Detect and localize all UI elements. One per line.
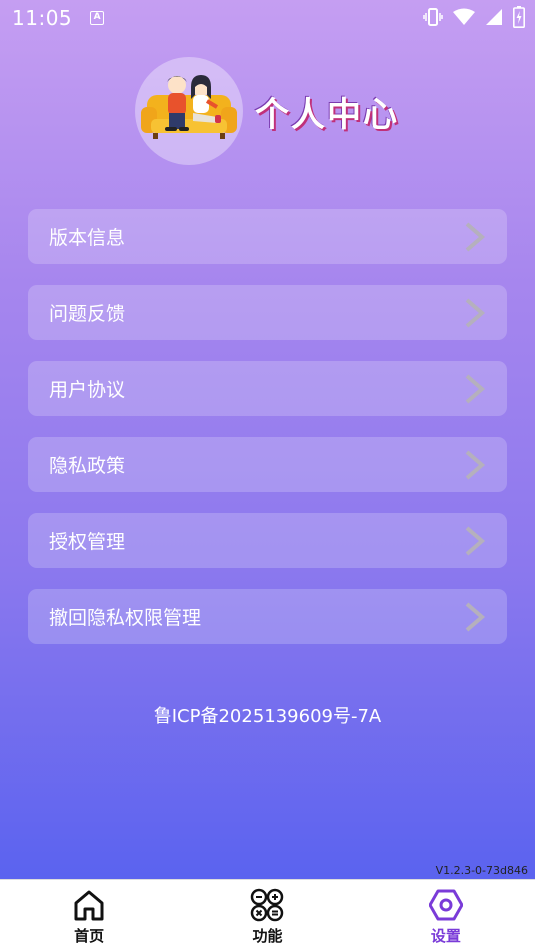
avatar bbox=[135, 57, 243, 165]
tab-label: 功能 bbox=[252, 927, 283, 945]
chevron-right-icon bbox=[465, 601, 486, 632]
menu-item-label: 问题反馈 bbox=[49, 303, 126, 325]
tab-label: 设置 bbox=[430, 927, 461, 945]
status-bar: 11:05 A bbox=[0, 0, 535, 36]
hexagon-settings-icon bbox=[428, 889, 463, 921]
menu-item-authorization[interactable]: 授权管理 bbox=[28, 513, 507, 568]
status-time: 11:05 bbox=[12, 6, 73, 30]
notification-a-icon: A bbox=[90, 11, 105, 25]
tab-label: 首页 bbox=[74, 927, 105, 945]
bottom-tabbar: 首页 功能 设置 bbox=[0, 879, 535, 951]
tab-functions[interactable]: 功能 bbox=[178, 880, 356, 951]
chevron-right-icon bbox=[465, 449, 486, 480]
chevron-right-icon bbox=[465, 221, 486, 252]
signal-icon bbox=[486, 9, 502, 25]
chevron-right-icon bbox=[465, 373, 486, 404]
couple-on-sofa-illustration bbox=[141, 75, 237, 139]
settings-menu: 版本信息 问题反馈 用户协议 隐私政策 授权管理 撤回隐私权限管理 bbox=[28, 209, 507, 665]
tab-settings[interactable]: 设置 bbox=[357, 880, 535, 951]
menu-item-privacy-policy[interactable]: 隐私政策 bbox=[28, 437, 507, 492]
menu-item-label: 用户协议 bbox=[49, 379, 126, 401]
menu-item-feedback[interactable]: 问题反馈 bbox=[28, 285, 507, 340]
menu-item-revoke-privacy[interactable]: 撤回隐私权限管理 bbox=[28, 589, 507, 644]
page-title: 个人中心 bbox=[255, 94, 399, 135]
chevron-right-icon bbox=[465, 297, 486, 328]
profile-header: 个人中心 bbox=[135, 57, 399, 165]
icp-license[interactable]: 鲁ICP备2025139609号-7A bbox=[0, 702, 535, 728]
menu-item-label: 隐私政策 bbox=[49, 455, 126, 477]
chevron-right-icon bbox=[465, 525, 486, 556]
vibrate-icon bbox=[423, 8, 443, 26]
menu-item-user-agreement[interactable]: 用户协议 bbox=[28, 361, 507, 416]
version-text: V1.2.3-0-73d846 bbox=[435, 864, 528, 877]
home-icon bbox=[74, 890, 104, 921]
tab-home[interactable]: 首页 bbox=[0, 880, 178, 951]
menu-item-label: 授权管理 bbox=[49, 531, 126, 553]
wifi-icon bbox=[453, 8, 475, 25]
menu-item-label: 版本信息 bbox=[49, 227, 126, 249]
menu-item-version-info[interactable]: 版本信息 bbox=[28, 209, 507, 264]
calculator-icon bbox=[251, 888, 284, 922]
battery-icon bbox=[513, 6, 525, 28]
menu-item-label: 撤回隐私权限管理 bbox=[49, 607, 202, 629]
status-icons bbox=[423, 6, 525, 28]
